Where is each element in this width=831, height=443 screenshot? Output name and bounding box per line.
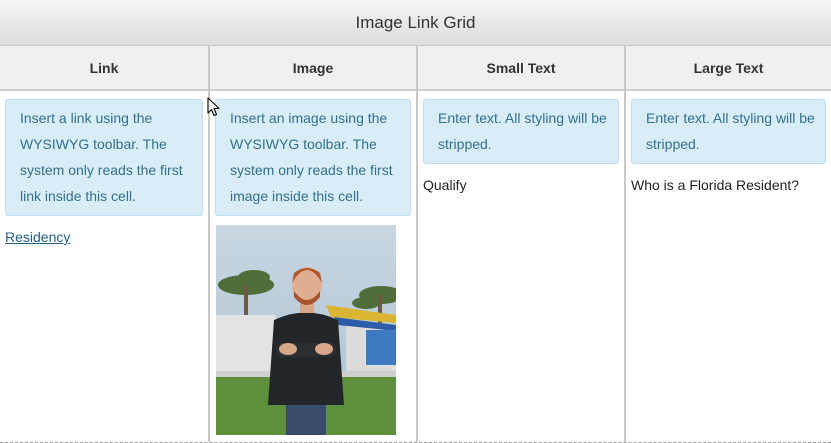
person-photo[interactable] xyxy=(216,225,396,435)
link-hint: Insert a link using the WYSIWYG toolbar.… xyxy=(5,99,203,216)
column-header-small-text: Small Text xyxy=(418,46,624,91)
column-large-text: Large Text Enter text. All styling will … xyxy=(624,46,831,442)
column-header-image: Image xyxy=(210,46,416,91)
image-hint: Insert an image using the WYSIWYG toolba… xyxy=(215,99,411,216)
image-link-grid-editor: Image Link Grid Link Insert a link using… xyxy=(0,0,831,443)
small-text-hint: Enter text. All styling will be stripped… xyxy=(423,99,619,164)
column-small-text: Small Text Enter text. All styling will … xyxy=(416,46,624,442)
grid-title: Image Link Grid xyxy=(0,0,831,46)
cell-link[interactable]: Insert a link using the WYSIWYG toolbar.… xyxy=(0,91,208,442)
column-link: Link Insert a link using the WYSIWYG too… xyxy=(0,46,208,442)
cell-image[interactable]: Insert an image using the WYSIWYG toolba… xyxy=(210,91,416,442)
column-header-link: Link xyxy=(0,46,208,91)
column-header-large-text: Large Text xyxy=(626,46,831,91)
cell-large-text[interactable]: Enter text. All styling will be stripped… xyxy=(626,91,831,442)
cell-small-text[interactable]: Enter text. All styling will be stripped… xyxy=(418,91,624,442)
large-text-hint: Enter text. All styling will be stripped… xyxy=(631,99,826,164)
large-text-value[interactable]: Who is a Florida Resident? xyxy=(631,177,826,193)
small-text-value[interactable]: Qualify xyxy=(423,177,619,193)
residency-link[interactable]: Residency xyxy=(5,229,70,245)
grid-columns: Link Insert a link using the WYSIWYG too… xyxy=(0,46,831,442)
column-image: Image Insert an image using the WYSIWYG … xyxy=(208,46,416,442)
